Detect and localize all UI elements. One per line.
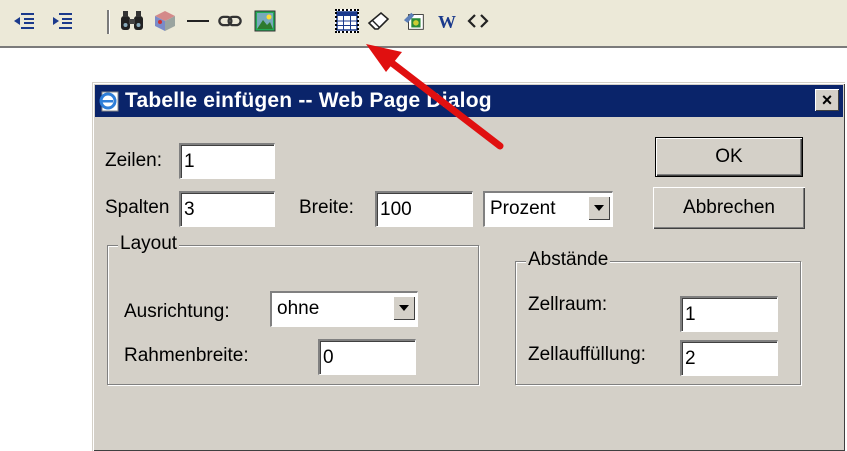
toolbar-separator: [107, 10, 110, 34]
toolbar: W: [0, 0, 847, 48]
image-icon[interactable]: [253, 9, 277, 33]
eraser-icon[interactable]: [367, 9, 391, 33]
chevron-down-icon[interactable]: [588, 196, 610, 220]
close-icon: ×: [821, 89, 833, 110]
ok-button[interactable]: OK: [655, 137, 803, 177]
cols-label: Spalten: [105, 197, 170, 218]
insert-table-icon[interactable]: [335, 9, 359, 33]
border-width-label: Rahmenbreite:: [124, 345, 249, 366]
chevron-down-icon[interactable]: [393, 296, 415, 320]
align-value: ohne: [277, 298, 320, 319]
dialog-title: Tabelle einfügen -- Web Page Dialog: [125, 89, 492, 112]
find-icon[interactable]: [120, 9, 144, 33]
code-icon[interactable]: [466, 9, 490, 33]
ie-page-icon: [99, 90, 121, 117]
rows-label: Zeilen:: [105, 150, 163, 171]
cancel-button-label: Abbrechen: [683, 197, 775, 218]
cols-input[interactable]: 3: [179, 191, 275, 227]
cellpadding-label: Zellauffüllung:: [528, 344, 646, 365]
word-icon[interactable]: W: [436, 9, 460, 33]
close-button[interactable]: ×: [815, 89, 839, 111]
outdent-icon[interactable]: [12, 9, 36, 33]
cellpadding-input[interactable]: 2: [680, 340, 778, 376]
ok-button-label: OK: [715, 146, 743, 167]
properties-icon[interactable]: [403, 9, 427, 33]
object-icon[interactable]: [153, 9, 177, 33]
dialog-titlebar[interactable]: Tabelle einfügen -- Web Page Dialog ×: [95, 85, 843, 117]
svg-text:W: W: [438, 12, 456, 31]
layout-group: Layout Ausrichtung: ohne Rahmenbreite: 0: [107, 233, 479, 385]
spacing-group-title: Abstände: [526, 249, 611, 271]
spacing-group: Abstände Zellraum: 1 Zellauffüllung: 2: [515, 249, 801, 385]
width-unit-select[interactable]: Prozent: [483, 191, 613, 227]
cellspacing-input[interactable]: 1: [680, 296, 778, 332]
border-width-input[interactable]: 0: [318, 339, 416, 375]
layout-group-title: Layout: [118, 233, 180, 255]
horizontal-rule-icon[interactable]: [186, 9, 210, 33]
rows-input[interactable]: 1: [179, 143, 275, 179]
indent-icon[interactable]: [50, 9, 74, 33]
width-unit-value: Prozent: [490, 198, 556, 219]
insert-table-dialog: Tabelle einfügen -- Web Page Dialog × Ze…: [92, 82, 845, 451]
width-input[interactable]: 100: [375, 191, 473, 227]
cellspacing-label: Zellraum:: [528, 294, 608, 315]
align-label: Ausrichtung:: [124, 301, 230, 322]
cancel-button[interactable]: Abbrechen: [653, 187, 805, 229]
link-icon[interactable]: [218, 9, 242, 33]
align-select[interactable]: ohne: [270, 291, 418, 327]
width-label: Breite:: [299, 197, 354, 218]
